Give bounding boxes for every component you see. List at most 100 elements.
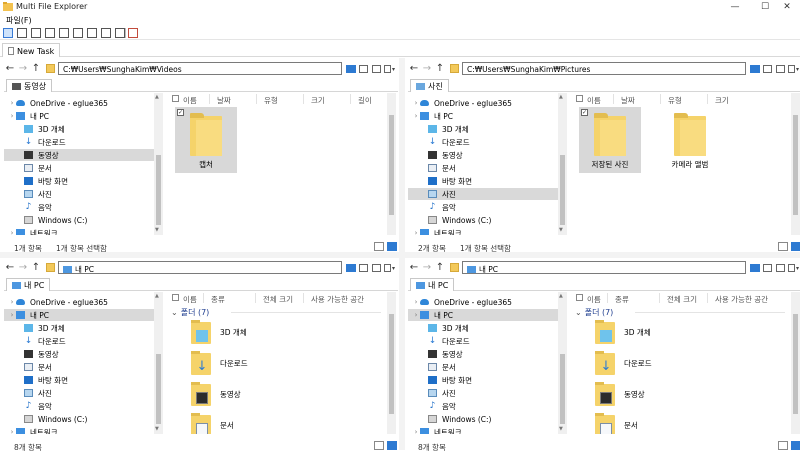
chevron-right-icon[interactable]: ›: [8, 229, 16, 235]
nav-item[interactable]: ♪ 음악: [4, 201, 154, 213]
details-view-icon[interactable]: [374, 242, 384, 251]
nav-item[interactable]: ♪ 음악: [408, 201, 558, 213]
forward-button[interactable]: →: [18, 262, 28, 273]
chevron-down-icon[interactable]: ⌄: [575, 308, 582, 317]
nav-item[interactable]: Windows (C:): [408, 413, 558, 425]
back-button[interactable]: ←: [5, 63, 15, 74]
nav-item[interactable]: › 내 PC: [408, 110, 558, 122]
pane-tab[interactable]: 동영상: [6, 79, 53, 92]
large-icons-view-icon[interactable]: [387, 441, 397, 450]
nav-item[interactable]: 바탕 화면: [408, 374, 558, 386]
view-options-button[interactable]: [788, 264, 795, 272]
scroll-up-icon[interactable]: ▲: [155, 293, 159, 299]
nav-item[interactable]: 바탕 화면: [4, 175, 154, 187]
content-scroll-thumb[interactable]: [389, 314, 394, 414]
column-divider[interactable]: [256, 94, 257, 104]
chevron-down-icon[interactable]: ⌄: [171, 308, 178, 317]
back-button[interactable]: ←: [409, 262, 419, 273]
nav-item[interactable]: Windows (C:): [4, 214, 154, 226]
nav-item[interactable]: 동영상: [408, 149, 558, 161]
select-all-checkbox[interactable]: [576, 95, 583, 102]
column-divider[interactable]: [660, 94, 661, 104]
column-divider[interactable]: [209, 94, 210, 104]
list-item[interactable]: 문서: [191, 413, 391, 434]
nav-item[interactable]: 사진: [408, 188, 558, 200]
up-button[interactable]: ↑: [31, 63, 41, 74]
content-scrollbar[interactable]: [791, 292, 800, 434]
large-icons-view-icon[interactable]: [791, 242, 800, 251]
chevron-right-icon[interactable]: ›: [8, 112, 16, 120]
view-list-button[interactable]: [372, 264, 381, 272]
column-header[interactable]: 이름: [183, 95, 197, 106]
folder-tile[interactable]: ✓ 캡처: [175, 107, 237, 173]
select-all-checkbox[interactable]: [172, 294, 179, 301]
scroll-down-icon[interactable]: ▼: [559, 227, 563, 233]
pane-tab[interactable]: 내 PC: [6, 278, 51, 291]
address-bar[interactable]: 내 PC: [58, 261, 342, 274]
content-scroll-thumb[interactable]: [793, 115, 798, 215]
column-divider[interactable]: [659, 293, 660, 303]
minimize-button[interactable]: —: [722, 0, 748, 13]
nav-item[interactable]: 3D 개체: [4, 322, 154, 334]
chevron-down-icon[interactable]: ▾: [796, 66, 799, 73]
nav-item[interactable]: › 네트워크: [4, 227, 154, 235]
nav-item[interactable]: ↓ 다운로드: [408, 136, 558, 148]
nav-item[interactable]: › 내 PC: [4, 110, 154, 122]
nav-scroll-thumb[interactable]: [156, 354, 161, 424]
column-header[interactable]: 전체 크기: [263, 294, 293, 305]
layout-four-column-button[interactable]: [101, 28, 111, 38]
bookmark-folder-icon[interactable]: [450, 64, 459, 73]
column-divider[interactable]: [707, 94, 708, 104]
select-all-checkbox[interactable]: [172, 95, 179, 102]
chevron-right-icon[interactable]: ›: [412, 311, 420, 319]
content-scrollbar[interactable]: [791, 93, 800, 235]
address-bar[interactable]: 내 PC: [462, 261, 746, 274]
nav-item[interactable]: 사진: [4, 188, 154, 200]
content-scrollbar[interactable]: [387, 93, 396, 235]
nav-item[interactable]: 문서: [4, 162, 154, 174]
nav-item[interactable]: ♪ 음악: [4, 400, 154, 412]
chevron-right-icon[interactable]: ›: [8, 311, 16, 319]
list-item[interactable]: ↓ 다운로드: [191, 351, 391, 379]
scroll-down-icon[interactable]: ▼: [155, 227, 159, 233]
nav-item[interactable]: ♪ 음악: [408, 400, 558, 412]
view-large-icons-button[interactable]: [346, 65, 356, 73]
column-header[interactable]: 종류: [615, 294, 629, 305]
nav-scrollbar[interactable]: ▲ ▼: [558, 292, 567, 434]
details-view-icon[interactable]: [778, 441, 788, 450]
column-divider[interactable]: [303, 293, 304, 303]
view-large-icons-button[interactable]: [750, 65, 760, 73]
nav-scrollbar[interactable]: ▲ ▼: [154, 292, 163, 434]
nav-item[interactable]: Windows (C:): [408, 214, 558, 226]
layout-three-column-button[interactable]: [87, 28, 97, 38]
scroll-up-icon[interactable]: ▲: [559, 94, 563, 100]
column-header[interactable]: 이름: [183, 294, 197, 305]
back-button[interactable]: ←: [5, 262, 15, 273]
nav-item[interactable]: 문서: [408, 162, 558, 174]
view-list-button[interactable]: [372, 65, 381, 73]
nav-item[interactable]: 문서: [408, 361, 558, 373]
list-item[interactable]: 문서: [595, 413, 795, 434]
column-divider[interactable]: [203, 293, 204, 303]
view-large-icons-button[interactable]: [750, 264, 760, 272]
bookmark-folder-icon[interactable]: [46, 64, 55, 73]
nav-item[interactable]: 동영상: [4, 348, 154, 360]
forward-button[interactable]: →: [422, 262, 432, 273]
nav-item[interactable]: › OneDrive - eglue365: [4, 97, 154, 109]
column-divider[interactable]: [613, 94, 614, 104]
column-header[interactable]: 종류: [211, 294, 225, 305]
close-button[interactable]: ✕: [774, 0, 800, 13]
nav-scrollbar[interactable]: ▲ ▼: [558, 93, 567, 235]
chevron-right-icon[interactable]: ›: [412, 229, 420, 235]
up-button[interactable]: ↑: [435, 63, 445, 74]
nav-item[interactable]: Windows (C:): [4, 413, 154, 425]
column-header[interactable]: 사용 가능한 공간: [311, 294, 364, 305]
column-header[interactable]: 크기: [311, 95, 325, 106]
column-header[interactable]: 날짜: [621, 95, 635, 106]
layout-grid-button[interactable]: [115, 28, 125, 38]
bookmark-folder-icon[interactable]: [450, 263, 459, 272]
group-header[interactable]: ⌄ 폴더 (7): [575, 307, 613, 318]
chevron-right-icon[interactable]: ›: [412, 99, 420, 107]
nav-item[interactable]: 3D 개체: [408, 123, 558, 135]
chevron-right-icon[interactable]: ›: [412, 112, 420, 120]
